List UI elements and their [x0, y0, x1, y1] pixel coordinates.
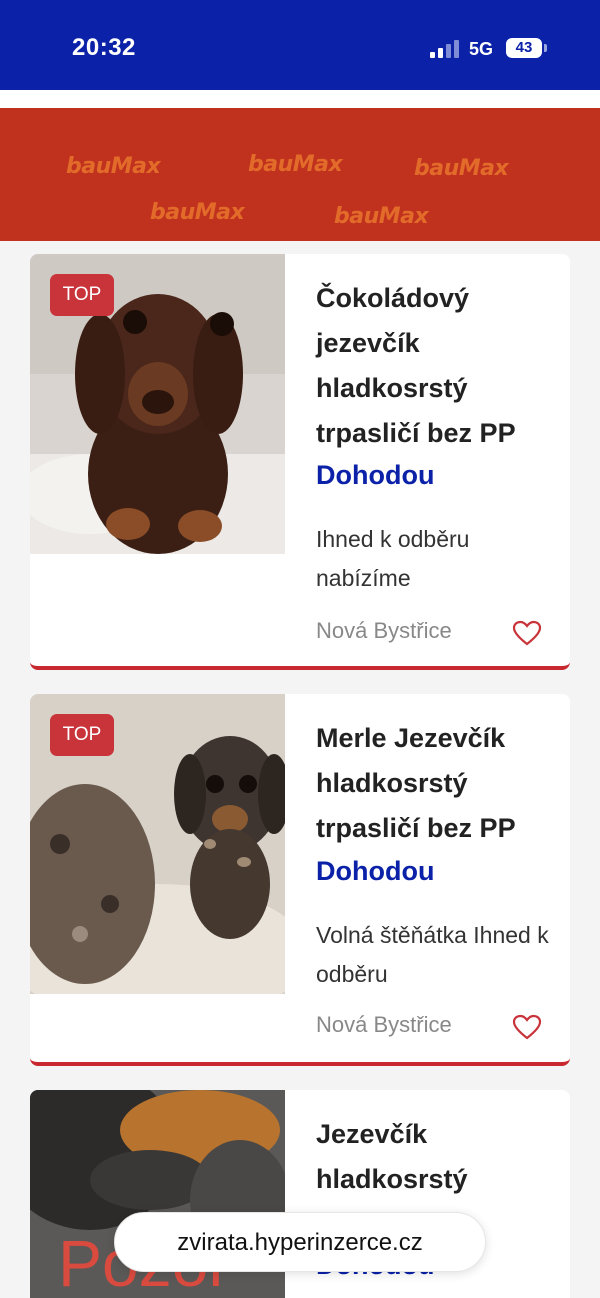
baumax-logo: bauMax: [414, 156, 509, 181]
status-bar: 20:32 5G 43: [0, 0, 600, 90]
baumax-logo: bauMax: [334, 204, 429, 229]
cellular-signal-icon: [430, 40, 460, 58]
heart-icon[interactable]: [512, 620, 542, 646]
ad-banner[interactable]: bauMax bauMax bauMax bauMax bauMax: [0, 108, 600, 241]
heart-icon[interactable]: [512, 1014, 542, 1040]
browser-url-bar[interactable]: zvirata.hyperinzerce.cz: [114, 1212, 486, 1272]
listing-description: Ihned k odběru nabízíme: [316, 526, 470, 591]
baumax-logo: bauMax: [248, 152, 343, 177]
top-badge: TOP: [50, 714, 114, 756]
top-badge: TOP: [50, 274, 114, 316]
listing-location: Nová Bystřice: [316, 1012, 452, 1037]
listing-description: Volná štěňátka Ihned k odběru: [316, 922, 549, 987]
listing-price: Dohodou: [316, 856, 435, 886]
listing-card[interactable]: TOP Čokoládový jezevčík hladkosrstý trpa…: [30, 254, 570, 670]
status-time: 20:32: [72, 34, 136, 61]
listing-photo[interactable]: TOP: [30, 254, 285, 554]
listing-card[interactable]: TOP Merle Jezevčík hladkosrstý trpasličí…: [30, 694, 570, 1066]
battery-icon: 43: [506, 38, 542, 58]
battery-tip: [544, 44, 547, 52]
listing-title[interactable]: Čokoládový jezevčík hladkosrstý trpaslič…: [316, 276, 556, 456]
header-divider: [0, 90, 600, 108]
network-type: 5G: [469, 39, 494, 59]
baumax-logo: bauMax: [150, 200, 245, 225]
listing-title[interactable]: Merle Jezevčík hladkosrstý trpasličí bez…: [316, 716, 556, 851]
listing-location: Nová Bystřice: [316, 618, 452, 643]
baumax-logo: bauMax: [66, 154, 161, 179]
listing-photo[interactable]: TOP: [30, 694, 285, 994]
listing-title[interactable]: Jezevčík hladkosrstý: [316, 1112, 556, 1202]
listing-price: Dohodou: [316, 460, 435, 490]
